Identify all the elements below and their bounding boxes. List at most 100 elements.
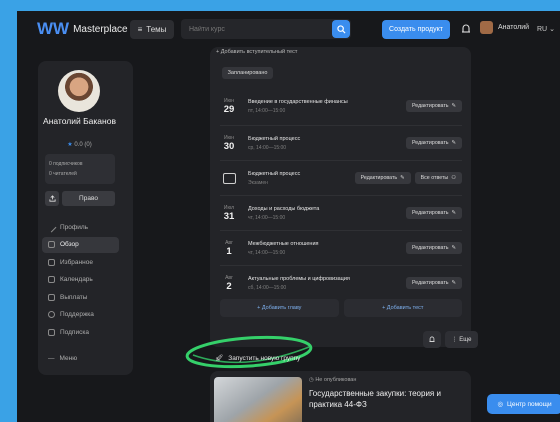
edit-button[interactable]: Редактировать ✎ xyxy=(405,137,462,149)
logo[interactable]: WW Masterplace xyxy=(37,19,128,39)
lesson-row[interactable]: Июн 30 Бюджетный процесс ср, 14:00—15:00… xyxy=(220,130,462,156)
lesson-type: Экзамен xyxy=(248,179,268,186)
edit-button[interactable]: Редактировать ✎ xyxy=(405,207,462,219)
create-product-button[interactable]: Создать продукт xyxy=(382,20,450,39)
sidebar-item-favorites[interactable]: Избранное xyxy=(42,254,119,270)
lesson-row[interactable]: Июл 31 Доходы и расходы бюджета чт, 14:0… xyxy=(220,200,462,226)
search-button[interactable] xyxy=(332,20,350,38)
lesson-day: 1 xyxy=(226,245,232,257)
lesson-info: Введение в государственные финансы пт, 1… xyxy=(248,99,402,114)
divider xyxy=(220,195,462,196)
lesson-title: Бюджетный процесс xyxy=(248,135,301,142)
edit-button[interactable]: Редактировать ✎ xyxy=(405,242,462,254)
status-chip[interactable]: Запланировано xyxy=(222,67,273,79)
sidebar-item-label: Поддержка xyxy=(60,311,94,318)
avatar xyxy=(480,21,493,34)
logo-mark-2: W xyxy=(53,19,69,38)
divider xyxy=(220,160,462,161)
edit-button[interactable]: Редактировать ✎ xyxy=(405,100,462,112)
help-center-button[interactable]: ◎ Центр помощи xyxy=(487,394,560,414)
lesson-date: Июн 30 xyxy=(220,135,238,152)
rocket-icon: 🚀︎ xyxy=(215,355,224,362)
users-icon: ⚇ xyxy=(451,175,456,181)
pencil-icon: ✎ xyxy=(451,140,456,146)
pencil-icon: ✎ xyxy=(400,175,405,181)
search-input[interactable] xyxy=(181,25,326,33)
test-icon xyxy=(222,172,236,184)
sidebar-item-label: Выплаты xyxy=(60,293,88,301)
profile-stats: 0 подписчиков 0 читателей xyxy=(45,154,115,184)
readers-count: 0 читателей xyxy=(49,171,77,177)
profile-avatar xyxy=(58,70,100,112)
sidebar-item-profile[interactable]: Профиль xyxy=(42,219,119,235)
bell-icon[interactable] xyxy=(460,22,472,36)
all-answers-button[interactable]: Все ответы ⚇ xyxy=(414,172,462,184)
lesson-title: Бюджетный процесс xyxy=(248,170,301,177)
course-card[interactable]: ◷ Не опубликован Государственные закупки… xyxy=(210,371,471,422)
more-button[interactable]: ⋮ Еще xyxy=(445,331,478,348)
lesson-time: чт, 14:00—15:00 xyxy=(248,214,286,221)
logo-mark: W xyxy=(37,19,53,38)
lesson-row[interactable]: Авг 2 Актуальные проблемы и цифровизация… xyxy=(220,270,462,296)
add-intro-test-link[interactable]: + Добавить вступительный тест xyxy=(216,49,297,55)
lesson-date xyxy=(220,172,238,184)
more-label: Еще xyxy=(459,336,472,343)
lesson-date: Июн 29 xyxy=(220,98,238,115)
menu-button[interactable]: — Меню xyxy=(48,355,77,362)
pencil-icon xyxy=(46,222,57,232)
launch-group-button[interactable]: 🚀︎ Запустить новую группу xyxy=(215,354,300,363)
subscription-icon xyxy=(48,328,55,336)
add-test-button[interactable]: + Добавить тест xyxy=(343,299,462,317)
edit-label: Редактировать xyxy=(411,245,449,251)
edit-label: Редактировать xyxy=(411,140,449,146)
lesson-info: Бюджетный процесс ср, 14:00—15:00 xyxy=(248,136,402,151)
sidebar-item-calendar[interactable]: Календарь xyxy=(42,272,119,288)
sidebar-item-label: Обзор xyxy=(60,241,79,248)
profile-name: Анатолий Баканов xyxy=(43,116,116,126)
bell-icon xyxy=(429,336,435,342)
calendar-icon xyxy=(48,276,55,283)
divider xyxy=(220,230,462,231)
lesson-date: Авг 1 xyxy=(220,240,238,257)
edit-label: Редактировать xyxy=(411,103,449,109)
pencil-icon: ✎ xyxy=(451,245,456,251)
test-row[interactable]: Бюджетный процесс Экзамен Редактировать ✎… xyxy=(220,165,462,191)
language-selector[interactable]: RU ⌄ xyxy=(537,25,555,33)
sidebar-item-label: Профиль xyxy=(60,223,89,231)
pencil-icon: ✎ xyxy=(451,280,456,286)
divider xyxy=(220,265,462,266)
language-label: RU xyxy=(537,26,548,33)
sidebar-item-label: Календарь xyxy=(60,276,93,283)
share-button[interactable] xyxy=(45,191,59,206)
sidebar-item-label: Избранное xyxy=(60,258,93,266)
lesson-row[interactable]: Авг 1 Межбюджетные отношения чт, 14:00—1… xyxy=(220,235,462,261)
chevron-down-icon: ⌄ xyxy=(549,26,555,33)
course-status: ◷ Не опубликован xyxy=(309,377,357,383)
sidebar-item-overview[interactable]: Обзор xyxy=(42,236,119,253)
subscribers-count: 0 подписчиков xyxy=(49,161,83,167)
add-topic-button[interactable]: + Добавить главу xyxy=(220,299,339,317)
notify-button[interactable] xyxy=(423,331,441,348)
wallet-icon xyxy=(48,293,55,301)
sidebar-item-subscription[interactable]: Подписка xyxy=(42,324,119,340)
lesson-info: Бюджетный процесс Экзамен xyxy=(248,171,351,186)
sidebar-item-support[interactable]: Поддержка xyxy=(42,307,119,323)
profile-rating: ★ 0.0 (0) xyxy=(38,141,121,148)
support-icon xyxy=(48,311,55,318)
lesson-date: Авг 2 xyxy=(220,275,238,292)
lesson-info: Доходы и расходы бюджета чт, 14:00—15:00 xyxy=(248,206,402,221)
lesson-title: Межбюджетные отношения xyxy=(248,240,319,247)
edit-button[interactable]: Редактировать ✎ xyxy=(405,277,462,289)
lesson-row[interactable]: Июн 29 Введение в государственные финанс… xyxy=(220,93,462,119)
edit-label: Редактировать xyxy=(360,175,398,181)
user-menu[interactable]: Анатолий xyxy=(480,21,529,34)
course-status-label: Не опубликован xyxy=(315,377,357,383)
edit-button[interactable]: Редактировать ✎ xyxy=(354,172,411,184)
edit-label: Редактировать xyxy=(411,280,449,286)
lesson-title: Доходы и расходы бюджета xyxy=(248,205,320,212)
menu-label: Меню xyxy=(59,355,78,362)
sidebar-item-payouts[interactable]: Выплаты xyxy=(42,289,119,305)
right-button[interactable]: Право xyxy=(62,191,115,206)
user-name: Анатолий xyxy=(498,24,530,31)
topics-button[interactable]: ≡ Темы xyxy=(130,20,174,39)
